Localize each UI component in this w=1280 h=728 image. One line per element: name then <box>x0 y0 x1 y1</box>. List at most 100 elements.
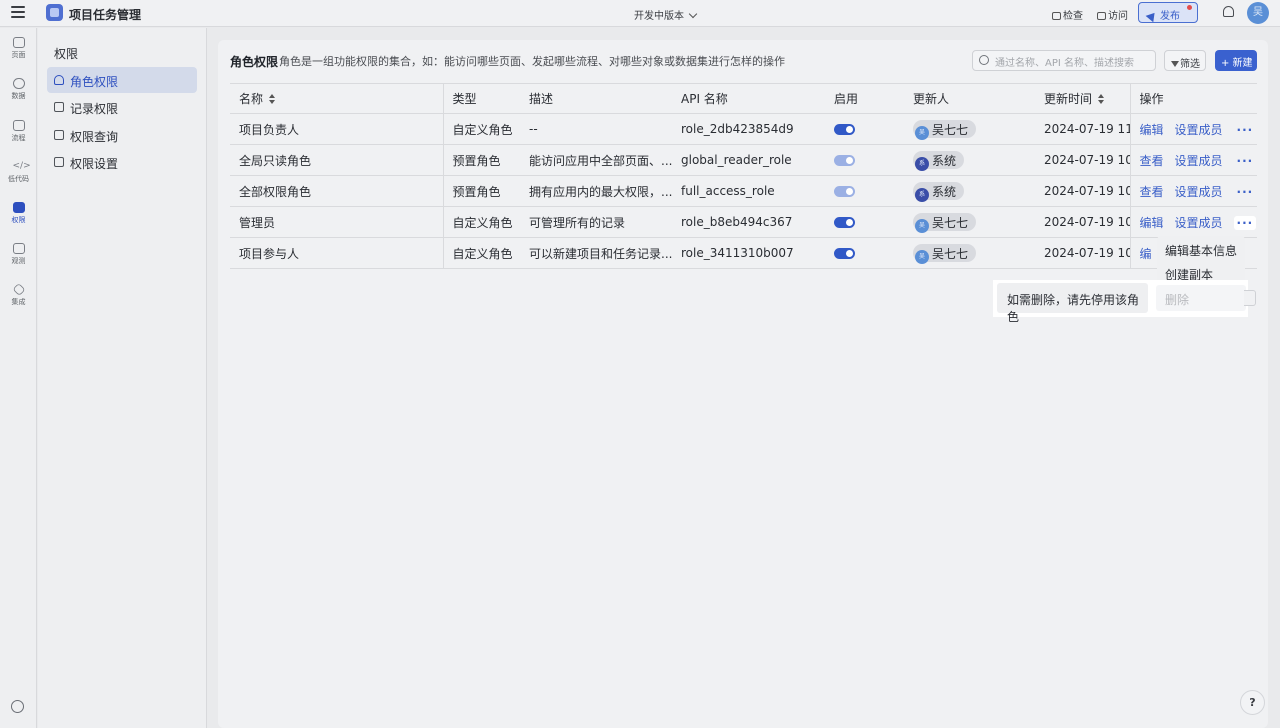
avatar: 吴 <box>915 250 929 264</box>
settings-icon[interactable] <box>11 700 24 713</box>
header-updater: 更新人 <box>904 83 1035 114</box>
visit-label: 访问 <box>1108 11 1128 22</box>
more-icon[interactable]: ··· <box>1234 123 1257 137</box>
help-button[interactable]: ? <box>1240 690 1265 715</box>
cell-api-name: full_access_role <box>672 175 825 207</box>
cell-description: -- <box>520 113 672 145</box>
publish-button[interactable]: 发布 <box>1138 2 1198 23</box>
search-input[interactable]: 通过名称、API 名称、描述搜索 <box>972 50 1156 71</box>
visit-button[interactable]: 访问 <box>1097 7 1128 22</box>
more-icon[interactable]: ··· <box>1234 154 1257 168</box>
table-row: 全局只读角色 预置角色 能访问应用中全部页面、... global_reader_ro… <box>230 144 1257 176</box>
code-icon: </> <box>12 161 31 171</box>
cell-enabled <box>825 206 904 238</box>
page-icon <box>12 37 25 48</box>
set-members-link[interactable]: 设置成员 <box>1175 123 1223 137</box>
cell-enabled <box>825 175 904 207</box>
enable-toggle[interactable] <box>834 217 855 228</box>
subnav-item-record-permission[interactable]: 记录权限 <box>47 94 197 120</box>
cell-updater: 吴吴七七 <box>904 237 1035 269</box>
cell-updater: 系系统 <box>904 175 1035 207</box>
header-label: 更新时间 <box>1044 92 1093 106</box>
rail-item-data[interactable]: 数据 <box>0 78 37 101</box>
user-avatar[interactable]: 吴 <box>1247 2 1269 24</box>
row-primary-action[interactable]: 编辑 <box>1140 216 1164 230</box>
updater-name: 吴七七 <box>932 247 969 261</box>
monitor-icon <box>12 243 25 254</box>
hexagon-icon <box>11 282 26 297</box>
cell-api-name: role_3411310b007 <box>672 237 825 269</box>
row-primary-action[interactable]: 编辑 <box>1140 123 1164 137</box>
cell-type: 自定义角色 <box>443 113 520 145</box>
rail-item-integration[interactable]: 集成 <box>0 282 37 307</box>
role-permission-panel: 角色权限 角色是一组功能权限的集合，如：能访问哪些页面、发起哪些流程、对哪些对象… <box>218 40 1268 728</box>
filter-label: 筛选 <box>1180 59 1200 70</box>
filter-button[interactable]: 筛选 <box>1164 50 1206 71</box>
check-button[interactable]: 检查 <box>1052 7 1083 22</box>
table-row: 项目参与人 自定义角色 可以新建项目和任务记录... role_3411310b007… <box>230 237 1257 269</box>
set-members-link[interactable]: 设置成员 <box>1175 185 1223 199</box>
new-role-button[interactable]: + 新建 <box>1215 50 1257 71</box>
header-updated-time[interactable]: 更新时间 <box>1035 83 1130 114</box>
rail-label: 流程 <box>11 134 26 142</box>
cell-enabled <box>825 113 904 145</box>
rail-item-observe[interactable]: 观测 <box>0 243 37 266</box>
enable-toggle[interactable] <box>834 124 855 135</box>
cell-updater: 吴吴七七 <box>904 206 1035 238</box>
version-label: 开发中版本 <box>634 11 684 22</box>
send-icon <box>1145 9 1159 23</box>
cell-description: 拥有应用内的最大权限，... <box>520 175 672 207</box>
table-icon <box>54 102 64 112</box>
cell-name: 项目负责人 <box>230 113 444 145</box>
cell-actions: 查看 设置成员 ··· <box>1129 144 1257 176</box>
updater-name: 系统 <box>932 154 957 168</box>
subnav-label: 权限查询 <box>70 130 119 144</box>
icon-rail: 页面 数据 流程 </> 低代码 权限 观测 集成 <box>0 28 37 728</box>
rail-item-pages[interactable]: 页面 <box>0 37 37 60</box>
page-description: 角色是一组功能权限的集合，如：能访问哪些页面、发起哪些流程、对哪些对象或数据集进… <box>279 55 785 68</box>
table-row: 管理员 自定义角色 可管理所有的记录 role_b8eb494c367 吴吴七七 2024… <box>230 206 1257 238</box>
enable-toggle[interactable] <box>834 248 855 259</box>
pagination-edge <box>1244 290 1256 306</box>
version-selector[interactable]: 开发中版本 <box>634 7 698 22</box>
cell-api-name: global_reader_role <box>672 144 825 176</box>
rail-item-lowcode[interactable]: </> 低代码 <box>0 161 37 184</box>
flow-icon <box>12 120 25 131</box>
header-description: 描述 <box>520 83 672 114</box>
menu-icon[interactable] <box>11 6 25 20</box>
publish-label: 发布 <box>1160 11 1180 22</box>
subnav-label: 记录权限 <box>70 102 119 116</box>
sort-icon[interactable] <box>1098 94 1105 104</box>
app-name: 项目任务管理 <box>69 8 142 22</box>
row-primary-action[interactable]: 编 <box>1140 247 1152 261</box>
bell-icon[interactable] <box>1223 6 1234 17</box>
set-members-link[interactable]: 设置成员 <box>1175 216 1223 230</box>
menu-item-edit-info[interactable]: 编辑基本信息 <box>1165 242 1237 259</box>
row-primary-action[interactable]: 查看 <box>1140 154 1164 168</box>
enable-toggle[interactable] <box>834 155 855 166</box>
updater-name: 吴七七 <box>932 123 969 137</box>
sort-icon[interactable] <box>269 94 276 104</box>
delete-tooltip: 如需删除，请先停用该角色 <box>997 283 1148 324</box>
set-members-link[interactable]: 设置成员 <box>1175 154 1223 168</box>
row-primary-action[interactable]: 查看 <box>1140 185 1164 199</box>
more-icon[interactable]: ··· <box>1234 185 1257 199</box>
cell-description: 能访问应用中全部页面、... <box>520 144 672 176</box>
subnav-label: 权限设置 <box>70 157 119 171</box>
cell-description: 可管理所有的记录 <box>520 206 672 238</box>
cell-type: 预置角色 <box>443 175 520 207</box>
more-icon[interactable]: ··· <box>1233 215 1257 230</box>
subnav-item-role-permission[interactable]: 角色权限 <box>47 67 197 93</box>
header-actions: 操作 <box>1129 83 1257 114</box>
rail-item-permission[interactable]: 权限 <box>0 202 37 225</box>
header-name[interactable]: 名称 <box>230 83 444 114</box>
menu-item-delete[interactable]: 删除 <box>1165 291 1189 308</box>
table-row: 项目负责人 自定义角色 -- role_2db423854d9 吴吴七七 2024-07-… <box>230 113 1257 145</box>
subnav-item-permission-query[interactable]: 权限查询 <box>47 122 197 148</box>
query-icon <box>54 130 64 140</box>
cell-name: 项目参与人 <box>230 237 444 269</box>
enable-toggle[interactable] <box>834 186 855 197</box>
rail-item-flow[interactable]: 流程 <box>0 120 37 143</box>
subnav-item-permission-settings[interactable]: 权限设置 <box>47 149 197 175</box>
avatar: 吴 <box>915 219 929 233</box>
